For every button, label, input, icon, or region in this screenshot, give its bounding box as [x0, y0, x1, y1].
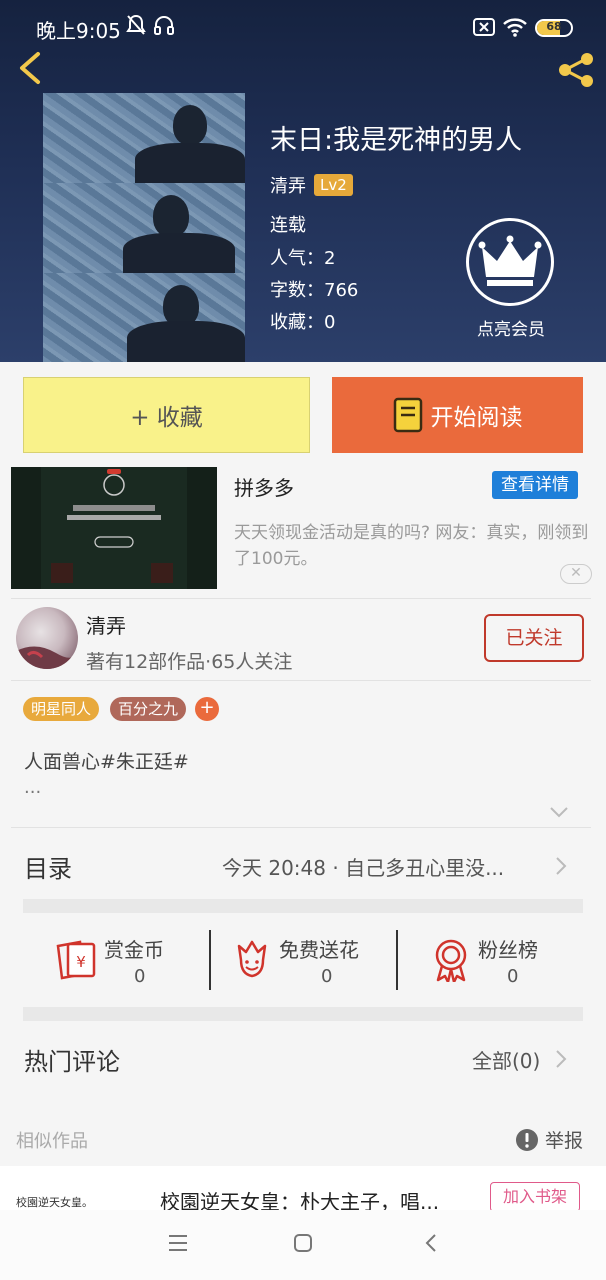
book-title: 末日:我是死神的男人: [270, 125, 523, 156]
svg-text:¥: ¥: [76, 953, 86, 971]
reward-flowers-count: 0: [321, 966, 333, 987]
book-favorites: 收藏：0: [270, 312, 336, 333]
divider: [209, 930, 211, 990]
divider: [11, 598, 591, 599]
tag-0[interactable]: 明星同人: [23, 697, 100, 721]
collect-button[interactable]: + 收藏: [23, 377, 310, 453]
hot-comments-label: 热门评论: [24, 1048, 120, 1076]
add-to-shelf-button[interactable]: 加入书架: [490, 1182, 580, 1210]
add-tag-button[interactable]: +: [195, 697, 219, 721]
sim-off-icon: [473, 18, 495, 36]
coin-envelope-icon: ¥: [56, 940, 96, 980]
start-reading-label: 开始阅读: [430, 405, 523, 431]
book-word-count: 字数：766: [270, 280, 359, 301]
book-status: 连载: [270, 215, 306, 236]
all-comments-link[interactable]: 全部(0): [472, 1045, 540, 1074]
start-reading-button[interactable]: 开始阅读: [332, 377, 583, 453]
divider: [11, 680, 591, 681]
wifi-icon: [503, 18, 527, 37]
similar-work-cover-text: 校園逆天女皇。: [16, 1196, 93, 1209]
ad-close-button[interactable]: ✕: [560, 564, 592, 584]
section-spacer: [23, 1007, 583, 1021]
battery-indicator: 68: [535, 19, 573, 37]
book-cover[interactable]: [43, 93, 245, 362]
home-icon[interactable]: [293, 1233, 313, 1253]
chevron-down-icon[interactable]: [548, 804, 570, 820]
report-button[interactable]: 举报: [515, 1126, 583, 1153]
crown-icon: [478, 235, 542, 286]
catalog-label[interactable]: 目录: [24, 849, 72, 884]
reward-fans-count: 0: [507, 966, 519, 987]
reward-coins-count: 0: [134, 966, 146, 987]
book-author[interactable]: 清弄: [270, 172, 306, 198]
reward-coins-label: 赏金币: [104, 938, 164, 962]
back-nav-icon[interactable]: [424, 1233, 438, 1253]
tag-1[interactable]: 百分之九: [110, 697, 187, 721]
reward-flowers-label: 免费送花: [279, 938, 359, 962]
mute-bell-icon: [126, 14, 146, 35]
share-button[interactable]: [556, 52, 596, 88]
book-intro: 人面兽心#朱正廷#: [24, 751, 189, 773]
author-avatar[interactable]: [16, 607, 78, 669]
follow-button[interactable]: 已关注: [484, 614, 584, 662]
book-intro-ellipsis: ...: [24, 777, 42, 798]
similar-work-item[interactable]: 校園逆天女皇。 校園逆天女皇：朴大主子，唱... 加入书架: [0, 1166, 606, 1210]
vip-button[interactable]: [466, 218, 554, 306]
book-header: 晚上9:05 68 末日:我是死神的男人 清弄 Lv2 连载 人气：2 字数：7…: [0, 0, 606, 362]
reward-fans[interactable]: 粉丝榜 0: [432, 928, 562, 990]
chevron-right-icon[interactable]: [554, 1049, 568, 1069]
status-time: 晚上9:05: [36, 19, 121, 43]
avatar-image: [16, 646, 78, 669]
headphones-icon: [154, 16, 174, 35]
ad-artwork: [11, 467, 217, 589]
book-author-line[interactable]: 清弄 Lv2: [270, 172, 353, 198]
author-level-badge: Lv2: [314, 174, 353, 196]
menu-icon[interactable]: [168, 1234, 188, 1252]
ad-image[interactable]: [11, 467, 217, 589]
battery-level: 68: [546, 20, 562, 33]
reward-fans-label: 粉丝榜: [478, 938, 538, 962]
book-icon: [393, 397, 422, 433]
ad-description[interactable]: 天天领现金活动是真的吗? 网友：真实，刚领到了100元。: [234, 520, 589, 572]
ad-detail-button[interactable]: 查看详情: [492, 471, 578, 499]
section-spacer: [23, 899, 583, 913]
vip-label[interactable]: 点亮会员: [455, 315, 567, 340]
catalog-latest-chapter[interactable]: 今天 20:48 · 自己多丑心里没...: [222, 852, 504, 881]
similar-works-label: 相似作品: [16, 1131, 88, 1152]
divider: [11, 827, 591, 828]
report-label: 举报: [545, 1130, 584, 1152]
similar-work-title[interactable]: 校園逆天女皇：朴大主子，唱...: [160, 1186, 439, 1210]
reward-flowers[interactable]: 免费送花 0: [233, 928, 378, 990]
status-bar: 晚上9:05 68: [0, 0, 606, 48]
author-stats: 著有12部作品·65人关注: [86, 651, 293, 673]
warning-icon: [516, 1128, 538, 1151]
back-button[interactable]: [14, 50, 46, 86]
reward-coins[interactable]: ¥ 赏金币 0: [54, 928, 184, 990]
author-name[interactable]: 清弄: [86, 610, 126, 639]
rosette-icon: [435, 939, 467, 982]
divider: [396, 930, 398, 990]
system-nav-bar: [0, 1210, 606, 1280]
flower-icon: [237, 940, 267, 978]
ad-brand: 拼多多: [234, 476, 294, 500]
close-icon: ✕: [570, 565, 582, 581]
chevron-right-icon[interactable]: [554, 856, 568, 876]
book-popularity: 人气：2: [270, 248, 336, 269]
